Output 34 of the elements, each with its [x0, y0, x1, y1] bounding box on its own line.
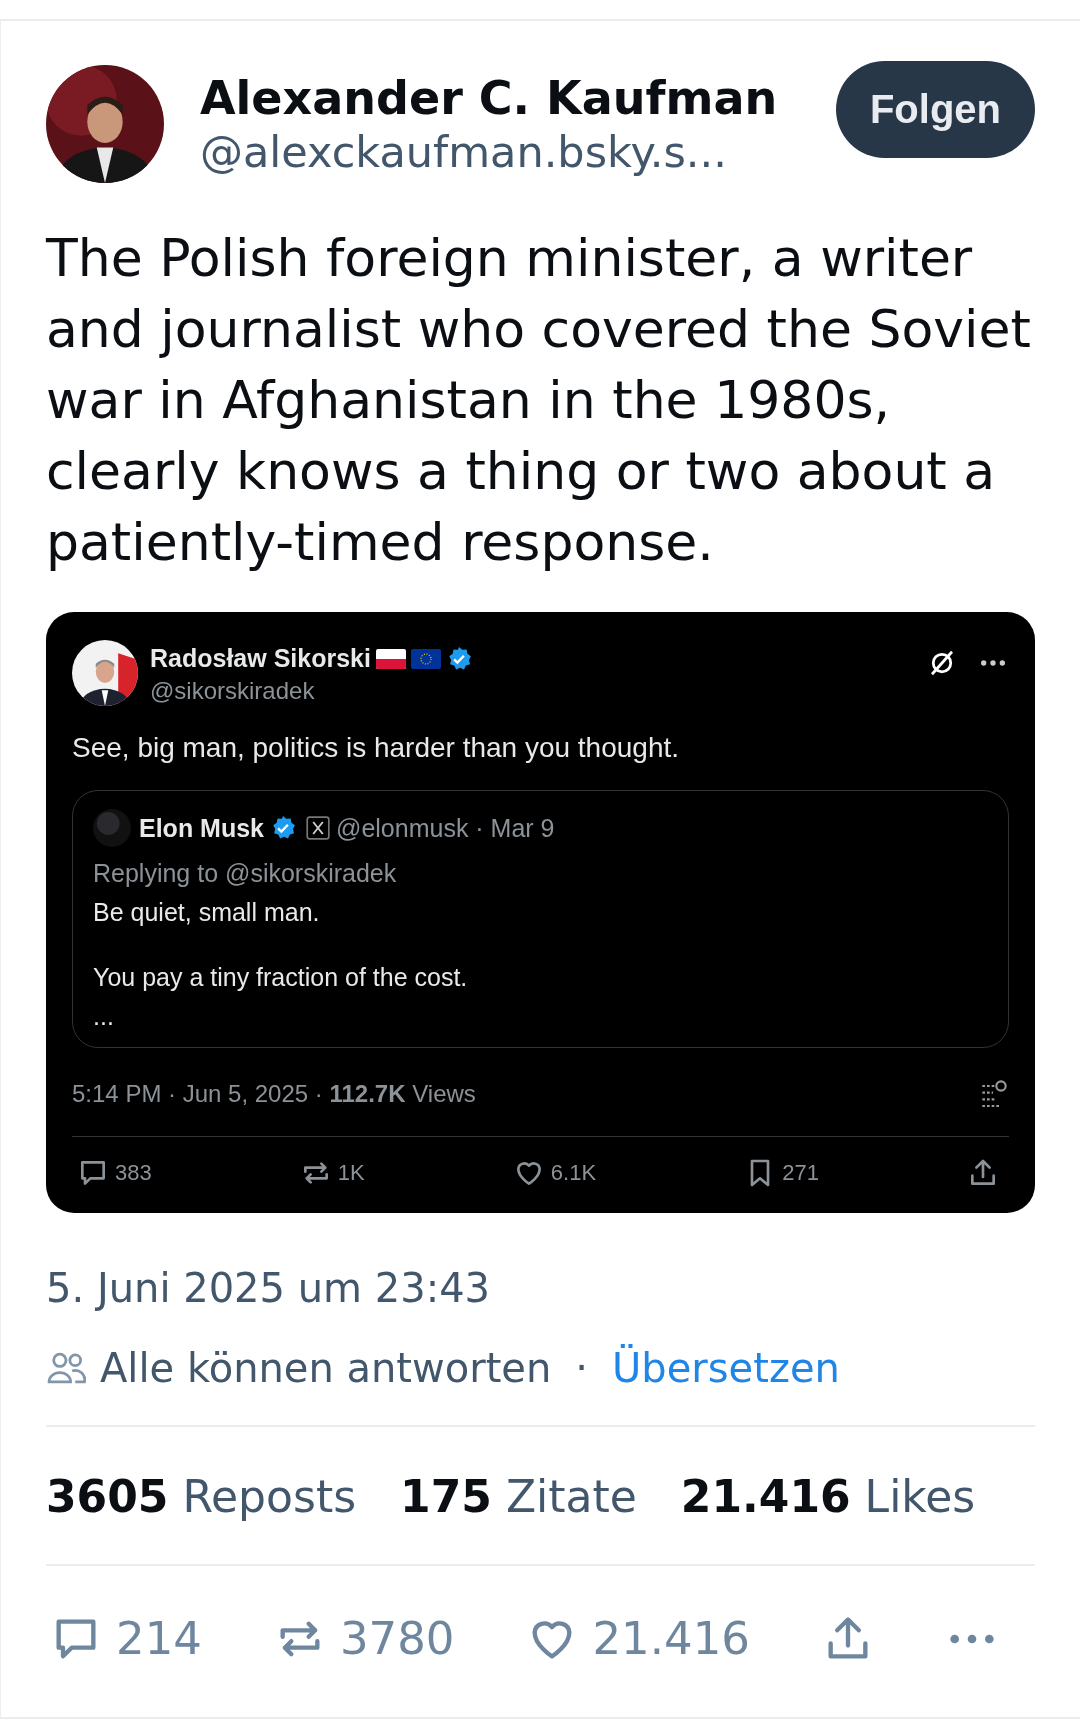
flag-icon	[410, 648, 441, 669]
flag-icon	[375, 648, 406, 669]
x-logo-icon	[306, 816, 330, 840]
people-icon	[46, 1350, 86, 1386]
tweet-text: See, big man, politics is harder than you thought.	[72, 732, 681, 764]
action-count: 21.416	[592, 1612, 750, 1665]
author-name: Radosław Sikorski	[150, 644, 371, 673]
embedded-screenshot[interactable]	[46, 612, 1035, 1213]
author-name[interactable]: Alexander C. Kaufman	[200, 71, 800, 125]
author-name: Elon Musk	[139, 813, 264, 843]
post-text: The Polish foreign minister, a writer and journalist who covered the Soviet war in Afghanistan in the 1980s, clearly knows a thing or two about a patiently-timed response.	[46, 227, 1032, 574]
separator-dot: ·	[575, 1345, 589, 1391]
action-count: 1K	[337, 1160, 365, 1186]
action-count: 271	[782, 1160, 819, 1186]
tweet-timestamp: 5:14 PM · Jun 5, 2025 · 112.7K Views	[72, 1080, 476, 1108]
tweet-text: ...	[93, 1002, 115, 1031]
translate-link[interactable]: Übersetzen	[612, 1345, 840, 1391]
action-count: 214	[116, 1612, 202, 1665]
author-handle: @sikorskiradek	[150, 677, 316, 705]
follow-button[interactable]: Folgen	[835, 60, 1035, 158]
reply-setting[interactable]: Alle können antworten	[100, 1345, 552, 1391]
stat-count[interactable]: 21.416 Likes	[680, 1471, 976, 1522]
action-count: 6.1K	[550, 1160, 597, 1186]
tweet-text: Be quiet, small man.	[93, 898, 321, 927]
post-date: 5. Juni 2025 um 23:43	[46, 1265, 491, 1311]
tweet-text: You pay a tiny fraction of the cost.	[93, 963, 469, 992]
action-count: 3780	[339, 1612, 455, 1665]
replying-to: Replying to @sikorskiradek	[93, 859, 398, 888]
tweet-meta: @elonmusk · Mar 9	[336, 813, 555, 843]
action-count: 383	[115, 1160, 152, 1186]
author-handle[interactable]: @alexckaufman.bsky.s...	[200, 127, 800, 177]
more-icon	[981, 660, 1005, 666]
stat-count[interactable]: 3605 Reposts	[46, 1471, 357, 1522]
stat-count[interactable]: 175 Zitate	[400, 1471, 637, 1522]
